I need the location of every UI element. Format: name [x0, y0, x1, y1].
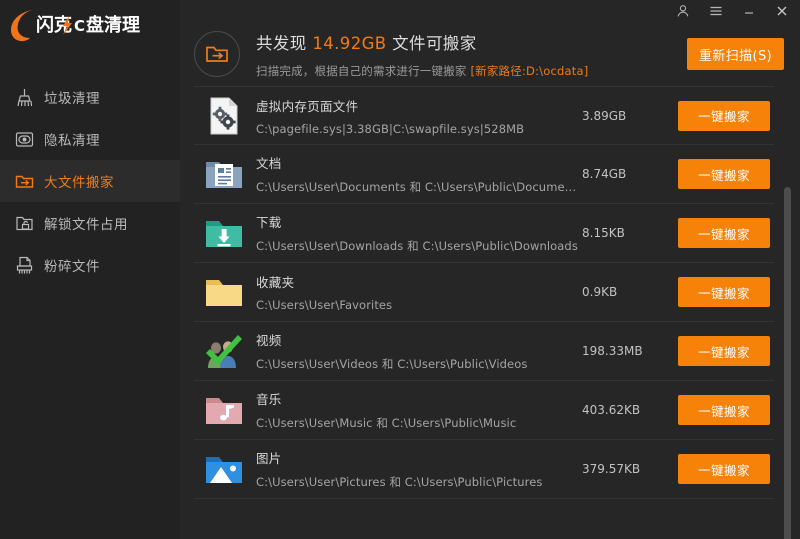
- item-path: C:\Users\User\Music 和 C:\Users\Public\Mu…: [256, 415, 582, 431]
- item-name: 下载: [256, 212, 582, 231]
- item-size: 8.15KB: [582, 226, 678, 240]
- item-path: C:\Users\User\Downloads 和 C:\Users\Publi…: [256, 238, 582, 254]
- move-button[interactable]: 一键搬家: [678, 218, 770, 248]
- item-size: 403.62KB: [582, 403, 678, 417]
- page-title: 共发现 14.92GB 文件可搬家: [256, 30, 687, 54]
- folder-move-icon: [14, 171, 35, 192]
- move-button[interactable]: 一键搬家: [678, 277, 770, 307]
- privacy-monitor-icon: [14, 129, 35, 150]
- item-name: 文档: [256, 153, 582, 172]
- item-path: C:\Users\User\Pictures 和 C:\Users\Public…: [256, 474, 582, 490]
- item-path: C:\Users\User\Documents 和 C:\Users\Publi…: [256, 179, 582, 195]
- sidebar-item-junk-clean[interactable]: 垃圾清理: [0, 76, 180, 118]
- move-button[interactable]: 一键搬家: [678, 101, 770, 131]
- item-size: 198.33MB: [582, 344, 678, 358]
- table-row[interactable]: 收藏夹 C:\Users\User\Favorites 0.9KB 一键搬家: [194, 263, 774, 322]
- sidebar-item-shred-file[interactable]: 粉碎文件: [0, 244, 180, 286]
- sidebar: 闪克 C 盘清理 垃圾清理: [0, 0, 180, 539]
- row-body: 音乐 C:\Users\User\Music 和 C:\Users\Public…: [256, 389, 582, 431]
- title-bar: [180, 0, 800, 22]
- row-body: 图片 C:\Users\User\Pictures 和 C:\Users\Pub…: [256, 448, 582, 490]
- pagefile-gear-icon: [202, 94, 246, 138]
- vertical-scrollbar[interactable]: [784, 187, 791, 539]
- row-body: 收藏夹 C:\Users\User\Favorites: [256, 272, 582, 312]
- rescan-button[interactable]: 重新扫描(S): [687, 38, 784, 70]
- item-name: 虚拟内存页面文件: [256, 96, 582, 115]
- sidebar-item-label: 垃圾清理: [44, 87, 100, 107]
- summary-header: 共发现 14.92GB 文件可搬家 扫描完成，根据自己的需求进行一键搬家 [新家…: [180, 22, 800, 86]
- file-list-wrapper: 虚拟内存页面文件 C:\pagefile.sys|3.38GB|C:\swapf…: [180, 86, 800, 539]
- sidebar-item-label: 解锁文件占用: [44, 213, 128, 233]
- sidebar-item-label: 隐私清理: [44, 129, 100, 149]
- header-folder-move-icon: [194, 31, 240, 77]
- scrollbar-thumb[interactable]: [784, 187, 791, 539]
- item-name: 音乐: [256, 389, 582, 408]
- title-suffix: 文件可搬家: [387, 34, 477, 53]
- item-size: 3.89GB: [582, 109, 678, 123]
- svg-text:C: C: [74, 17, 85, 35]
- broom-icon: [14, 87, 35, 108]
- close-icon[interactable]: [774, 3, 790, 19]
- row-body: 视频 C:\Users\User\Videos 和 C:\Users\Publi…: [256, 330, 582, 372]
- logo-wordmark: 闪克 C 盘清理: [36, 12, 156, 38]
- move-button[interactable]: 一键搬家: [678, 395, 770, 425]
- documents-folder-icon: [202, 152, 246, 196]
- item-size: 379.57KB: [582, 462, 678, 476]
- item-size: 8.74GB: [582, 167, 678, 181]
- downloads-folder-icon: [202, 211, 246, 255]
- status-text: 扫描完成，根据自己的需求进行一键搬家 [新家路径:D:\ocdata]: [256, 63, 687, 79]
- move-button[interactable]: 一键搬家: [678, 454, 770, 484]
- minimize-icon[interactable]: [741, 3, 757, 19]
- move-button[interactable]: 一键搬家: [678, 159, 770, 189]
- logo-crescent-icon: [6, 7, 40, 43]
- music-folder-icon: [202, 388, 246, 432]
- total-size: 14.92GB: [312, 34, 386, 53]
- sidebar-item-unlock-file[interactable]: 解锁文件占用: [0, 202, 180, 244]
- item-size: 0.9KB: [582, 285, 678, 299]
- table-row[interactable]: 图片 C:\Users\User\Pictures 和 C:\Users\Pub…: [194, 440, 774, 499]
- table-row[interactable]: 视频 C:\Users\User\Videos 和 C:\Users\Publi…: [194, 322, 774, 381]
- item-path: C:\pagefile.sys|3.38GB|C:\swapfile.sys|5…: [256, 122, 582, 136]
- sidebar-item-label: 粉碎文件: [44, 255, 100, 275]
- row-body: 虚拟内存页面文件 C:\pagefile.sys|3.38GB|C:\swapf…: [256, 96, 582, 136]
- unlock-file-icon: [14, 213, 35, 234]
- pictures-folder-icon: [202, 447, 246, 491]
- shredder-icon: [14, 255, 35, 276]
- item-name: 收藏夹: [256, 272, 582, 291]
- item-name: 图片: [256, 448, 582, 467]
- videos-folder-icon: [202, 329, 246, 373]
- table-row[interactable]: 音乐 C:\Users\User\Music 和 C:\Users\Public…: [194, 381, 774, 440]
- svg-text:盘清理: 盘清理: [86, 14, 140, 36]
- header-text: 共发现 14.92GB 文件可搬家 扫描完成，根据自己的需求进行一键搬家 [新家…: [256, 30, 687, 79]
- account-icon[interactable]: [675, 3, 691, 19]
- title-prefix: 共发现: [256, 34, 312, 53]
- sidebar-item-big-file-move[interactable]: 大文件搬家: [0, 160, 180, 202]
- sidebar-item-label: 大文件搬家: [44, 171, 114, 191]
- item-name: 视频: [256, 330, 582, 349]
- row-body: 下载 C:\Users\User\Downloads 和 C:\Users\Pu…: [256, 212, 582, 254]
- sidebar-item-privacy-clean[interactable]: 隐私清理: [0, 118, 180, 160]
- app-window: 闪克 C 盘清理 垃圾清理: [0, 0, 800, 539]
- row-body: 文档 C:\Users\User\Documents 和 C:\Users\Pu…: [256, 153, 582, 195]
- status-message: 扫描完成，根据自己的需求进行一键搬家: [256, 64, 470, 78]
- move-button[interactable]: 一键搬家: [678, 336, 770, 366]
- sidebar-nav: 垃圾清理 隐私清理: [0, 76, 180, 286]
- menu-icon[interactable]: [708, 3, 724, 19]
- file-list: 虚拟内存页面文件 C:\pagefile.sys|3.38GB|C:\swapf…: [194, 86, 774, 539]
- table-row[interactable]: 下载 C:\Users\User\Downloads 和 C:\Users\Pu…: [194, 204, 774, 263]
- table-row[interactable]: 文档 C:\Users\User\Documents 和 C:\Users\Pu…: [194, 145, 774, 204]
- app-logo: 闪克 C 盘清理: [0, 0, 180, 50]
- item-path: C:\Users\User\Favorites: [256, 298, 582, 312]
- main-content: 共发现 14.92GB 文件可搬家 扫描完成，根据自己的需求进行一键搬家 [新家…: [180, 0, 800, 539]
- new-home-path: [新家路径:D:\ocdata]: [470, 64, 588, 78]
- item-path: C:\Users\User\Videos 和 C:\Users\Public\V…: [256, 356, 582, 372]
- favorites-folder-icon: [202, 270, 246, 314]
- table-row[interactable]: 虚拟内存页面文件 C:\pagefile.sys|3.38GB|C:\swapf…: [194, 86, 774, 145]
